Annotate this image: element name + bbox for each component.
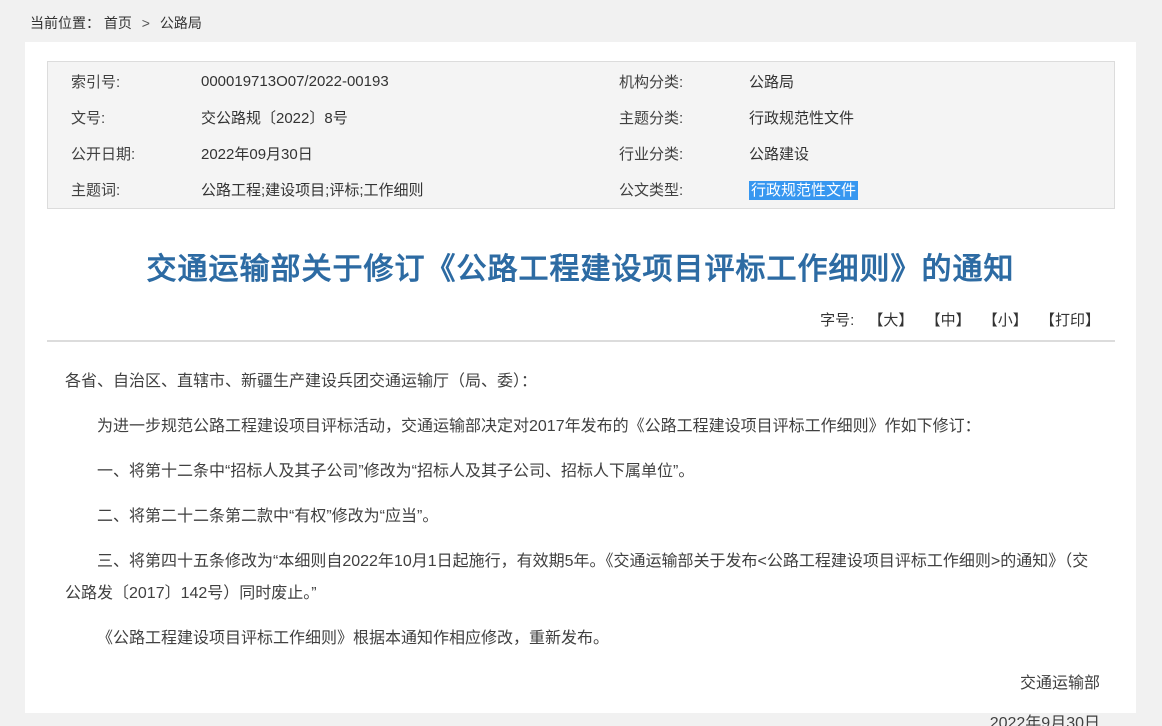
meta-label-index-number: 索引号: xyxy=(71,71,201,92)
breadcrumb-label: 当前位置： xyxy=(30,15,100,31)
print-button[interactable]: 【打印】 xyxy=(1040,312,1100,329)
title-body-divider xyxy=(47,340,1115,342)
signature-block: 交通运输部 2022年9月30日 xyxy=(65,668,1100,726)
paragraph-intro: 为进一步规范公路工程建设项目评标活动，交通运输部决定对2017年发布的《公路工程… xyxy=(65,411,1100,443)
paragraph-closing: 《公路工程建设项目评标工作细则》根据本通知作相应修改，重新发布。 xyxy=(65,623,1100,655)
meta-value-index-number: 000019713O07/2022-00193 xyxy=(201,73,596,90)
meta-value-doc-number: 交公路规〔2022〕8号 xyxy=(201,107,596,128)
meta-value-topic-category: 行政规范性文件 xyxy=(749,107,1114,128)
meta-row-doc-number: 文号: 交公路规〔2022〕8号 主题分类: 行政规范性文件 xyxy=(48,99,1114,135)
font-size-large-button[interactable]: 【大】 xyxy=(868,312,913,329)
breadcrumb-separator: > xyxy=(142,15,150,31)
meta-row-index-number: 索引号: 000019713O07/2022-00193 机构分类: 公路局 xyxy=(48,63,1114,99)
meta-row-keywords: 主题词: 公路工程;建设项目;评标;工作细则 公文类型: 行政规范性文件 xyxy=(48,171,1114,207)
article-body: 各省、自治区、直辖市、新疆生产建设兵团交通运输厅（局、委）： 为进一步规范公路工… xyxy=(65,366,1100,726)
breadcrumb: 当前位置： 首页 > 公路局 xyxy=(0,0,1162,42)
breadcrumb-current-link[interactable]: 公路局 xyxy=(160,15,202,31)
meta-value-doc-type-selected-text: 行政规范性文件 xyxy=(749,181,858,200)
meta-row-publish-date: 公开日期: 2022年09月30日 行业分类: 公路建设 xyxy=(48,135,1114,171)
meta-label-keywords: 主题词: xyxy=(71,179,201,200)
meta-label-topic-category: 主题分类: xyxy=(619,107,749,128)
page-title: 交通运输部关于修订《公路工程建设项目评标工作细则》的通知 xyxy=(65,251,1096,289)
breadcrumb-home-link[interactable]: 首页 xyxy=(104,15,132,31)
paragraph-salutation: 各省、自治区、直辖市、新疆生产建设兵团交通运输厅（局、委）： xyxy=(65,366,1100,398)
font-size-small-button[interactable]: 【小】 xyxy=(983,312,1028,329)
font-size-controls: 字号: 【大】 【中】 【小】 【打印】 xyxy=(25,309,1100,330)
meta-value-doc-type: 行政规范性文件 xyxy=(749,179,1114,200)
document-meta-table: 索引号: 000019713O07/2022-00193 机构分类: 公路局 文… xyxy=(47,61,1115,209)
document-card: 索引号: 000019713O07/2022-00193 机构分类: 公路局 文… xyxy=(25,42,1136,713)
meta-value-publish-date: 2022年09月30日 xyxy=(201,143,596,164)
meta-value-keywords: 公路工程;建设项目;评标;工作细则 xyxy=(201,179,596,200)
signature-org: 交通运输部 xyxy=(65,668,1100,700)
meta-label-industry-category: 行业分类: xyxy=(619,143,749,164)
paragraph-item-2: 二、将第二十二条第二款中“有权”修改为“应当”。 xyxy=(65,501,1100,533)
meta-value-org-category: 公路局 xyxy=(749,71,1114,92)
paragraph-item-1: 一、将第十二条中“招标人及其子公司”修改为“招标人及其子公司、招标人下属单位”。 xyxy=(65,456,1100,488)
meta-label-org-category: 机构分类: xyxy=(619,71,749,92)
font-size-medium-button[interactable]: 【中】 xyxy=(926,312,971,329)
meta-value-industry-category: 公路建设 xyxy=(749,143,1114,164)
meta-label-doc-type: 公文类型: xyxy=(619,179,749,200)
meta-label-publish-date: 公开日期: xyxy=(71,143,201,164)
meta-label-doc-number: 文号: xyxy=(71,107,201,128)
font-size-label: 字号: xyxy=(820,312,854,329)
signature-date: 2022年9月30日 xyxy=(65,708,1100,726)
paragraph-item-3: 三、将第四十五条修改为“本细则自2022年10月1日起施行，有效期5年。《交通运… xyxy=(65,546,1100,610)
